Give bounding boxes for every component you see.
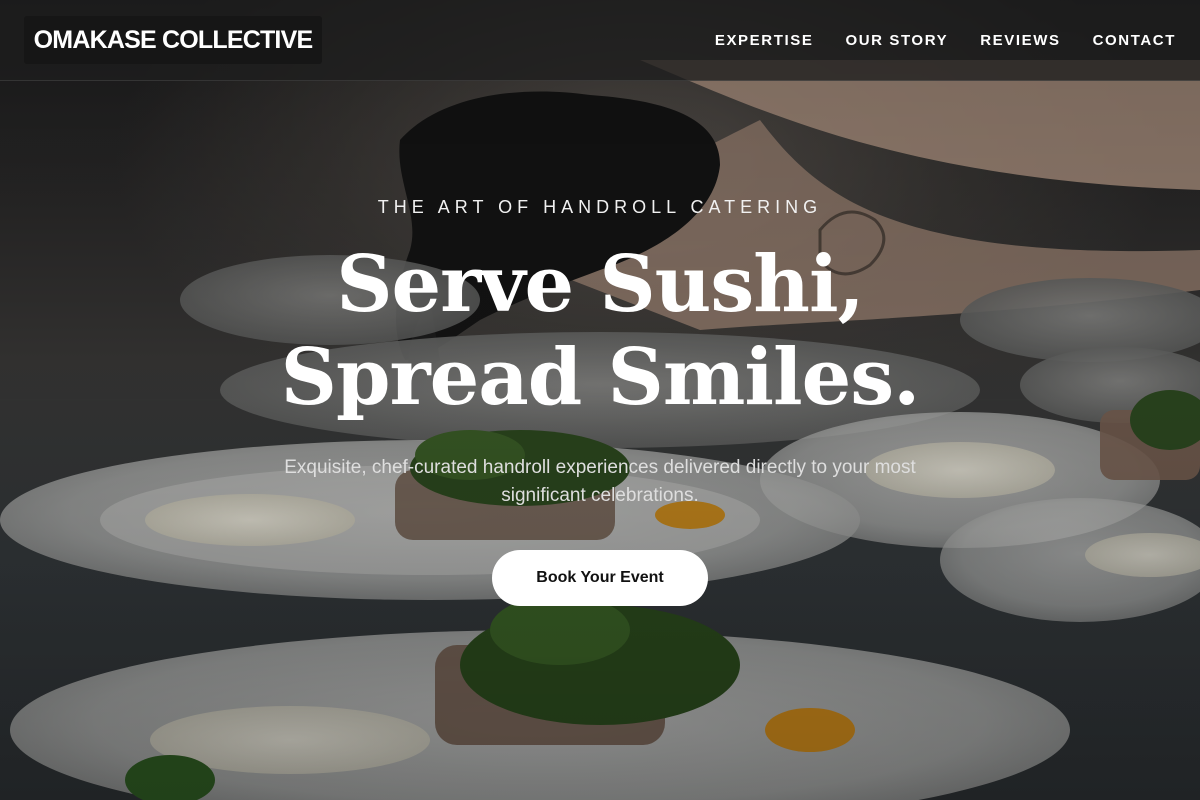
hero-headline: Serve Sushi, Spread Smiles. — [0, 238, 1200, 424]
hero-eyebrow: THE ART OF HANDROLL CATERING — [377, 197, 823, 217]
book-event-button[interactable]: Book Your Event — [492, 550, 708, 606]
hero-subtext: Exquisite, chef-curated handroll experie… — [284, 457, 916, 506]
hero-headline-line-1: Serve Sushi, — [336, 239, 865, 330]
hero-section: THE ART OF HANDROLL CATERING Serve Sushi… — [0, 0, 1200, 800]
hero-headline-line-2: Spread Smiles. — [280, 332, 921, 423]
